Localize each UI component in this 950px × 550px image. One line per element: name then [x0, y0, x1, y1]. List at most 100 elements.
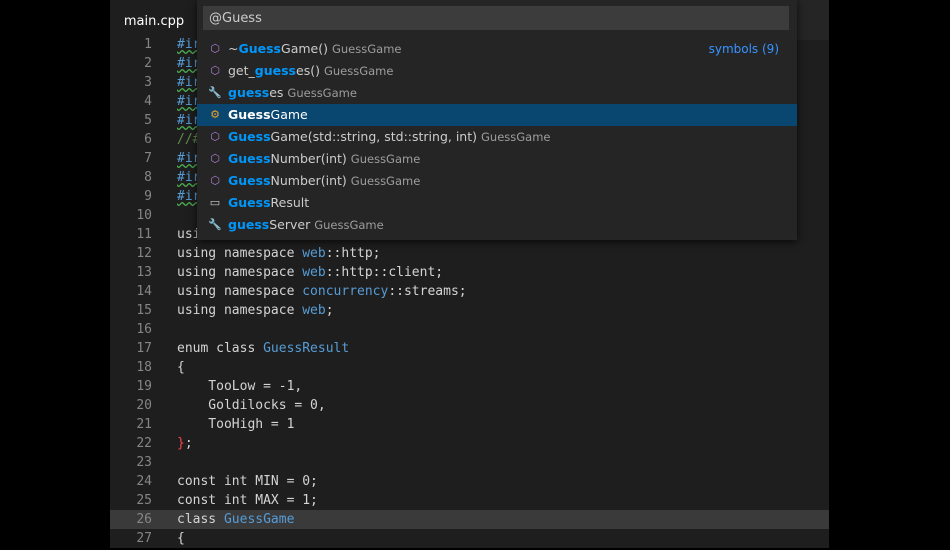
code-text: TooLow = -1, [177, 377, 302, 396]
code-line[interactable]: 14 using namespace concurrency::streams; [110, 282, 829, 301]
line-number: 18 [136, 360, 152, 375]
code-text: using namespace web::http::client; [177, 263, 443, 282]
symbol-list-item[interactable]: ⬡ ~GuessGame() GuessGame symbols (9) [197, 38, 797, 60]
symbol-text: Game [270, 107, 308, 122]
code-text: TooHigh = 1 [177, 415, 294, 434]
symbol-list-item[interactable]: ⬡ get_guesses() GuessGame [197, 60, 797, 82]
symbol-label: GuessGame(std::string, std::string, int)… [228, 126, 551, 148]
code-text: enum class GuessResult [177, 339, 349, 358]
code-text: Goldilocks = 0, [177, 396, 326, 415]
line-number: 25 [136, 493, 152, 508]
line-number: 1 [144, 37, 152, 52]
line-number: 27 [136, 531, 152, 546]
code-token: ::http; [325, 246, 381, 261]
line-number: 8 [144, 170, 152, 185]
line-number: 21 [136, 417, 152, 432]
symbol-text: Game(std::string, std::string, int) [270, 129, 477, 144]
symbol-list-item[interactable]: ⬡ GuessNumber(int) GuessGame [197, 148, 797, 170]
symbol-label: GuessNumber(int) GuessGame [228, 148, 420, 170]
code-line[interactable]: 22}; [110, 434, 829, 453]
code-line[interactable]: 16 [110, 320, 829, 339]
code-token: } [177, 436, 185, 451]
quick-open-panel: ⬡~GuessGame()GuessGamesymbols (9)⬡get_gu… [197, 0, 797, 240]
symbol-list-item[interactable]: ⚙ GuessGame [197, 104, 797, 126]
symbol-label: GuessResult [228, 192, 309, 214]
code-line[interactable]: 19 TooLow = -1, [110, 377, 829, 396]
symbol-label: guesses GuessGame [228, 82, 357, 104]
symbol-list-item[interactable]: ⬡ GuessNumber(int) GuessGame [197, 170, 797, 192]
code-line[interactable]: 12 using namespace web::http; [110, 244, 829, 263]
symbol-text: Number(int) [270, 173, 347, 188]
code-text: const int MIN = 0; [177, 472, 318, 491]
code-line[interactable]: 25 const int MAX = 1; [110, 491, 829, 510]
symbol-list-item[interactable]: ▭ GuessResult [197, 192, 797, 214]
symbol-label: ~GuessGame() GuessGame [228, 38, 401, 60]
code-text: { [177, 358, 185, 377]
line-number: 16 [136, 322, 152, 337]
match-highlight: Guess [228, 151, 271, 166]
code-token: using namespace [177, 246, 303, 261]
line-number: 12 [136, 246, 152, 261]
code-line[interactable]: 20 Goldilocks = 0, [110, 396, 829, 415]
line-number: 19 [136, 379, 152, 394]
symbol-search-input[interactable] [203, 6, 789, 30]
code-token: web [302, 246, 326, 261]
match-highlight: guess [228, 85, 270, 100]
line-number: 6 [144, 132, 152, 147]
symbol-label: get_guesses() GuessGame [228, 60, 393, 82]
code-line[interactable]: 21 TooHigh = 1 [110, 415, 829, 434]
code-text: }; [177, 434, 193, 453]
symbol-container: GuessGame [350, 152, 421, 166]
symbol-container: GuessGame [350, 174, 421, 188]
line-number: 14 [136, 284, 152, 299]
code-text: const int MAX = 1; [177, 491, 318, 510]
symbol-text: Result [270, 195, 310, 210]
match-highlight: Guess [238, 41, 282, 56]
code-text: class GuessGame [177, 510, 294, 529]
code-token: web [302, 265, 326, 280]
code-token: concurrency [302, 284, 389, 299]
symbol-list-item[interactable]: ⬡ GuessGame(std::string, std::string, int… [197, 126, 797, 148]
code-line[interactable]: 18 { [110, 358, 829, 377]
code-token: TooLow = -1, [177, 379, 303, 394]
code-token: GuessResult [263, 341, 350, 356]
code-text: using namespace concurrency::streams; [177, 282, 467, 301]
code-line[interactable]: 26 class GuessGame [110, 510, 829, 529]
line-number: 4 [144, 94, 152, 109]
symbol-container: GuessGame [331, 42, 402, 56]
code-line[interactable]: 17 enum class GuessResult [110, 339, 829, 358]
line-number: 2 [144, 56, 152, 71]
symbol-label: GuessGame [228, 104, 308, 126]
tab-main-cpp[interactable]: main.cpp [110, 0, 198, 40]
code-line[interactable]: 23 [110, 453, 829, 472]
code-line[interactable]: 13 using namespace web::http::client; [110, 263, 829, 282]
code-token: const int MAX = 1; [177, 493, 318, 508]
match-highlight: Guess [228, 195, 271, 210]
match-highlight: guess [254, 63, 296, 78]
line-number: 26 [136, 512, 152, 527]
method-icon: ⬡ [210, 152, 220, 165]
code-token: Goldilocks = 0, [177, 398, 326, 413]
code-token: web [302, 303, 326, 318]
code-text: { [177, 529, 185, 548]
code-text: using namespace web; [177, 301, 334, 320]
match-highlight: guess [228, 217, 270, 232]
wrench-icon: 🔧 [208, 218, 222, 231]
code-line[interactable]: 27 { [110, 529, 829, 548]
wrench-icon: 🔧 [208, 86, 222, 99]
symbol-text: get_ [228, 63, 255, 78]
symbol-container: GuessGame [481, 130, 551, 144]
code-token: using namespace [177, 265, 303, 280]
method-icon: ⬡ [210, 174, 220, 187]
line-number: 23 [136, 455, 152, 470]
symbol-label: guessServer GuessGame [228, 214, 384, 236]
line-number: 3 [144, 75, 152, 90]
code-token: const int MIN = 0; [177, 474, 318, 489]
enum-icon: ▭ [209, 196, 221, 209]
method-icon: ⬡ [210, 130, 220, 143]
code-line[interactable]: 15 using namespace web; [110, 301, 829, 320]
symbol-list-item[interactable]: 🔧 guesses GuessGame [197, 82, 797, 104]
code-line[interactable]: 24 const int MIN = 0; [110, 472, 829, 491]
line-number: 24 [136, 474, 152, 489]
symbol-list-item[interactable]: 🔧 guessServer GuessGame [197, 214, 797, 236]
